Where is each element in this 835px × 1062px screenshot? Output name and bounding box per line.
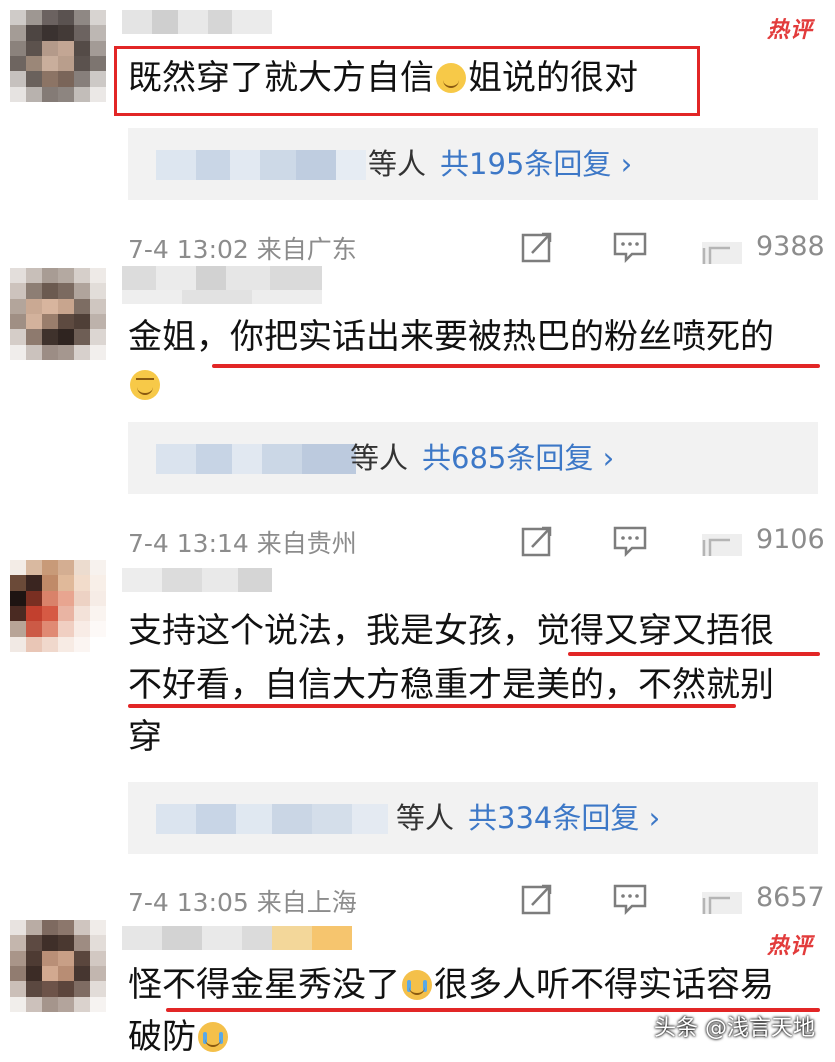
replier-names-blurred	[156, 150, 366, 180]
smile-emoji-icon	[436, 63, 466, 93]
comment-meta: 7-4 13:14 来自贵州	[128, 524, 357, 560]
crying-emoji-icon	[402, 970, 432, 1000]
annotation-underline	[568, 652, 820, 656]
comment-text: 支持这个说法，我是女孩，觉得又穿又捂很	[128, 611, 774, 651]
replier-suffix: 等人	[396, 801, 455, 835]
annotation-underline	[212, 364, 820, 368]
reply-summary[interactable]: 等人 共685条回复 ›	[128, 422, 818, 494]
comment-text-part: 既然穿了就大方自信	[128, 58, 434, 98]
comment-text: 穿	[128, 717, 162, 757]
replier-suffix: 等人	[350, 441, 409, 475]
comment-text: 怪不得金星秀没了 很多人听不得实话容易	[128, 960, 774, 1010]
comment-time: 7-4 13:05	[128, 888, 249, 917]
view-replies-link[interactable]: 共334条回复 ›	[468, 801, 660, 835]
comment-icon[interactable]	[612, 230, 648, 264]
comment-emoji-line	[128, 360, 162, 410]
like-icon[interactable]	[700, 234, 744, 266]
comment-text: 不好看，自信大方稳重才是美的，不然就别	[128, 665, 774, 705]
comment-text-part: 姐说的很对	[468, 58, 638, 98]
annotation-underline	[128, 704, 736, 708]
avatar[interactable]	[10, 268, 106, 360]
reply-summary[interactable]: 等人 共195条回复 ›	[128, 128, 818, 200]
watermark: 头条 @浅言天地	[654, 1016, 815, 1041]
hot-comment-badge: 热评	[766, 18, 813, 43]
comment-text-part: 怪不得金星秀没了	[128, 965, 400, 1005]
comment-text-part: 破防	[128, 1017, 196, 1057]
comment-meta: 7-4 13:05 来自上海	[128, 883, 357, 919]
comment-text: 既然穿了就大方自信 姐说的很对	[128, 53, 638, 103]
replier-suffix: 等人	[368, 147, 427, 181]
share-icon[interactable]	[520, 524, 554, 558]
reply-summary[interactable]: 等人 共334条回复 ›	[128, 782, 818, 854]
view-replies-link[interactable]: 共685条回复 ›	[422, 441, 614, 475]
username-blurred	[122, 290, 322, 304]
comment-text: 破防	[128, 1012, 230, 1062]
username-blurred[interactable]	[122, 266, 322, 290]
like-icon[interactable]	[700, 884, 744, 916]
comment-time: 7-4 13:14	[128, 529, 249, 558]
like-count: 9388	[756, 231, 825, 262]
comment-text-part: 金姐，你把实话出来要被热巴的粉丝喷死的	[128, 317, 774, 357]
crying-emoji-icon	[198, 1022, 228, 1052]
username-blurred[interactable]	[122, 926, 352, 950]
comment-text-part: 很多人听不得实话容易	[434, 965, 774, 1005]
avatar[interactable]	[10, 10, 106, 102]
hot-comment-badge: 热评	[766, 934, 813, 959]
comment-location: 来自贵州	[256, 529, 357, 558]
username-blurred[interactable]	[122, 10, 272, 34]
replier-names-blurred	[156, 804, 388, 834]
share-icon[interactable]	[520, 882, 554, 916]
comment-meta: 7-4 13:02 来自广东	[128, 230, 357, 266]
avatar[interactable]	[10, 920, 106, 1012]
share-icon[interactable]	[520, 230, 554, 264]
comment-text: 金姐，你把实话出来要被热巴的粉丝喷死的	[128, 312, 774, 362]
comment-time: 7-4 13:02	[128, 235, 249, 264]
replier-names-blurred	[156, 444, 356, 474]
laughing-emoji-icon	[130, 370, 160, 400]
like-icon[interactable]	[700, 526, 744, 558]
like-count: 9106	[756, 524, 825, 555]
comment-location: 来自广东	[256, 235, 357, 264]
comment-icon[interactable]	[612, 524, 648, 558]
like-count: 8657	[756, 882, 825, 913]
view-replies-link[interactable]: 共195条回复 ›	[440, 147, 632, 181]
comment-icon[interactable]	[612, 882, 648, 916]
comment-location: 来自上海	[256, 888, 357, 917]
username-blurred[interactable]	[122, 568, 272, 592]
avatar[interactable]	[10, 560, 106, 652]
